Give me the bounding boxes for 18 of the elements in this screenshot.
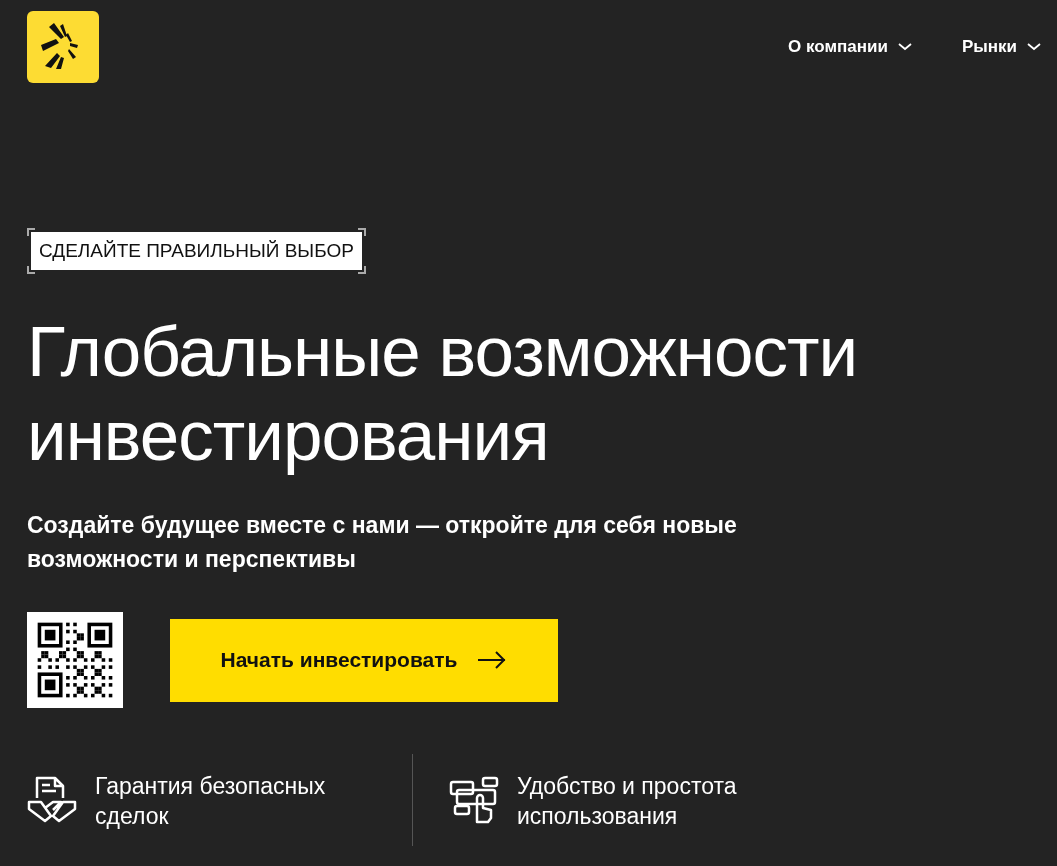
feature-text: Удобство и простота использования [517,772,738,831]
corner-mark [27,266,35,274]
start-investing-button[interactable]: Начать инвестировать [170,618,558,702]
headline: Глобальные возможности инвестирования [27,311,859,477]
chevron-down-icon [897,43,912,51]
subtitle: Создайте будущее вместе с нами — откройте для себя новые возможности и перспективы [27,511,738,574]
chevron-down-icon [1027,43,1041,51]
touch-screens-icon [449,774,499,824]
nav-link[interactable]: О компании [788,37,912,57]
corner-mark [357,228,366,236]
tagline: СДЕЛАЙТЕ ПРАВИЛЬНЫЙ ВЫБОР [31,232,362,270]
corner-mark [27,228,35,236]
logo[interactable] [27,11,99,83]
arrow-right-icon [477,650,508,670]
nav-link[interactable]: Рынки [961,37,1041,57]
document-handshake-icon [27,774,77,824]
feature-text: Гарантия безопасных сделок [95,772,327,831]
corner-mark [357,266,366,274]
